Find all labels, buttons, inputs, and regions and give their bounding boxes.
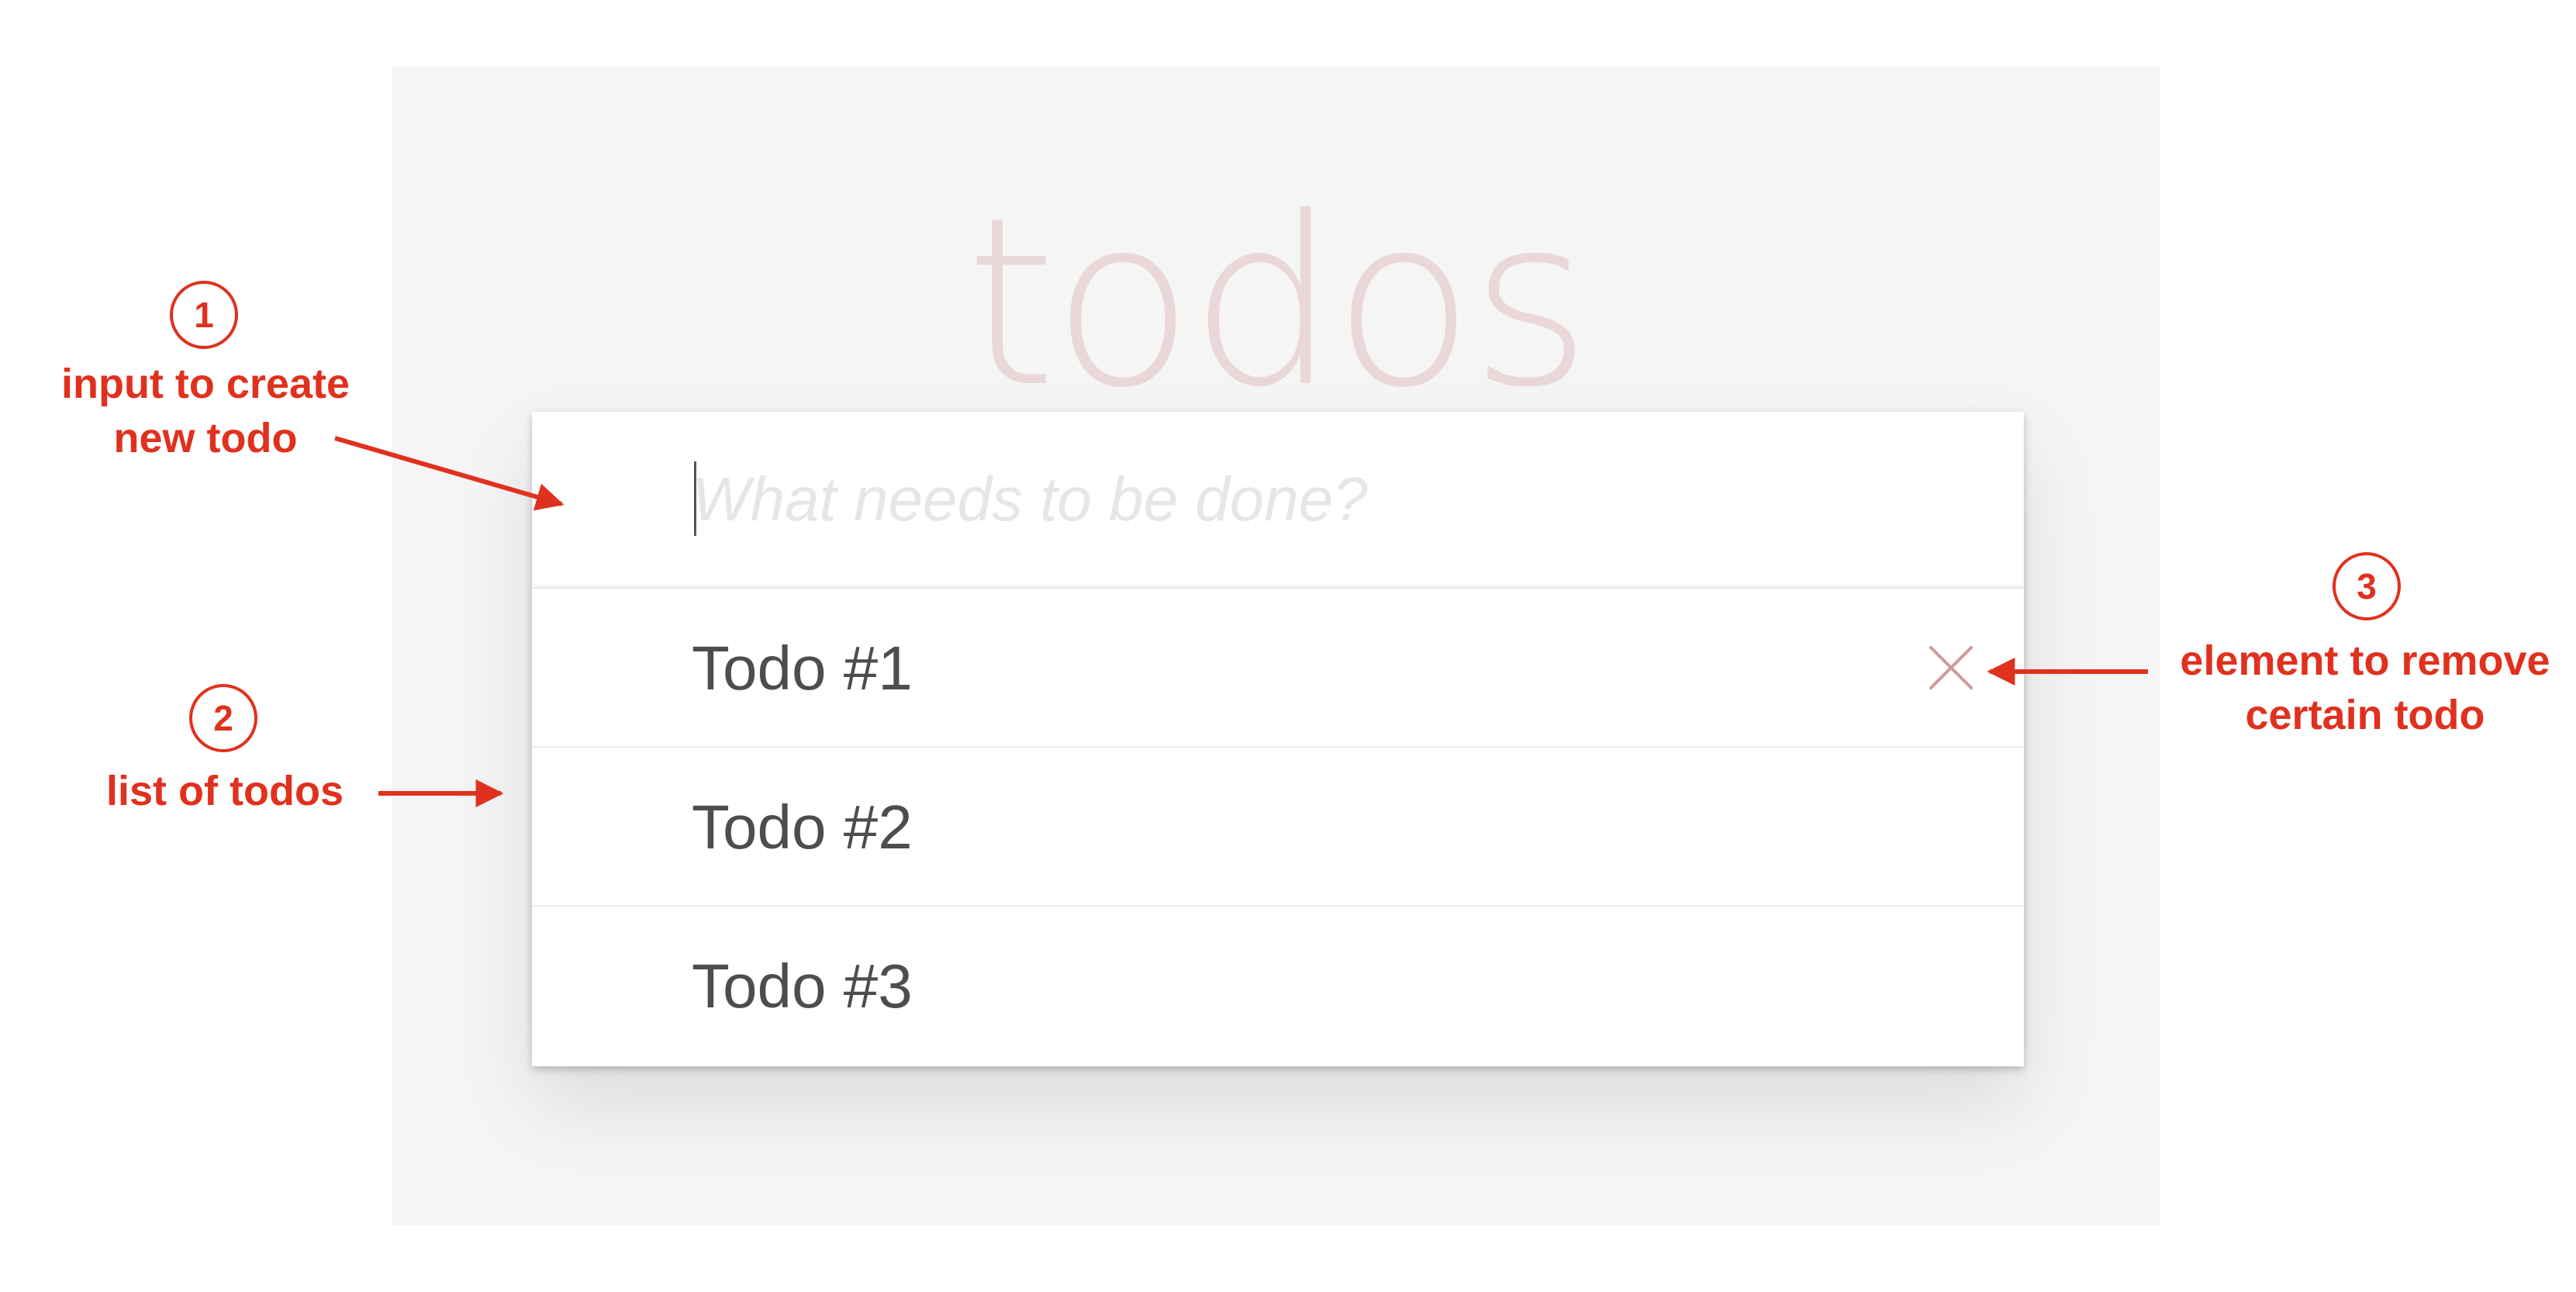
screenshot-stage: todos Todo #1 Todo #2: [0, 0, 2576, 1292]
annotation-badge-3: 3: [2333, 552, 2401, 620]
todo-label[interactable]: Todo #2: [692, 748, 913, 907]
destroy-button[interactable]: [1920, 637, 1982, 699]
todo-item[interactable]: Todo #1: [532, 589, 2024, 748]
annotation-line: input to create: [60, 361, 350, 407]
annotation-label-2: list of todos: [106, 768, 344, 814]
annotation-line: new todo: [113, 415, 298, 461]
annotation-label-1: input to create new todo: [16, 357, 395, 465]
app-title: todos: [965, 168, 1591, 438]
annotation-badge-2: 2: [189, 684, 257, 752]
todo-item[interactable]: Todo #3: [532, 907, 2024, 1066]
todo-label[interactable]: Todo #3: [692, 907, 913, 1066]
todo-item[interactable]: Todo #2: [532, 748, 2024, 907]
text-caret: [694, 461, 696, 536]
todo-label[interactable]: Todo #1: [692, 589, 913, 748]
annotation-line: element to remove: [2180, 637, 2550, 684]
close-icon: [1920, 637, 1982, 699]
annotation-label-3: element to remove certain todo: [2148, 634, 2576, 742]
annotation-line: certain todo: [2245, 692, 2485, 738]
annotation-badge-1: 1: [170, 281, 238, 349]
new-todo-input[interactable]: [532, 412, 2024, 589]
todo-list: Todo #1 Todo #2 Todo #3: [532, 589, 2024, 1066]
todo-card: Todo #1 Todo #2 Todo #3: [532, 412, 2024, 1066]
